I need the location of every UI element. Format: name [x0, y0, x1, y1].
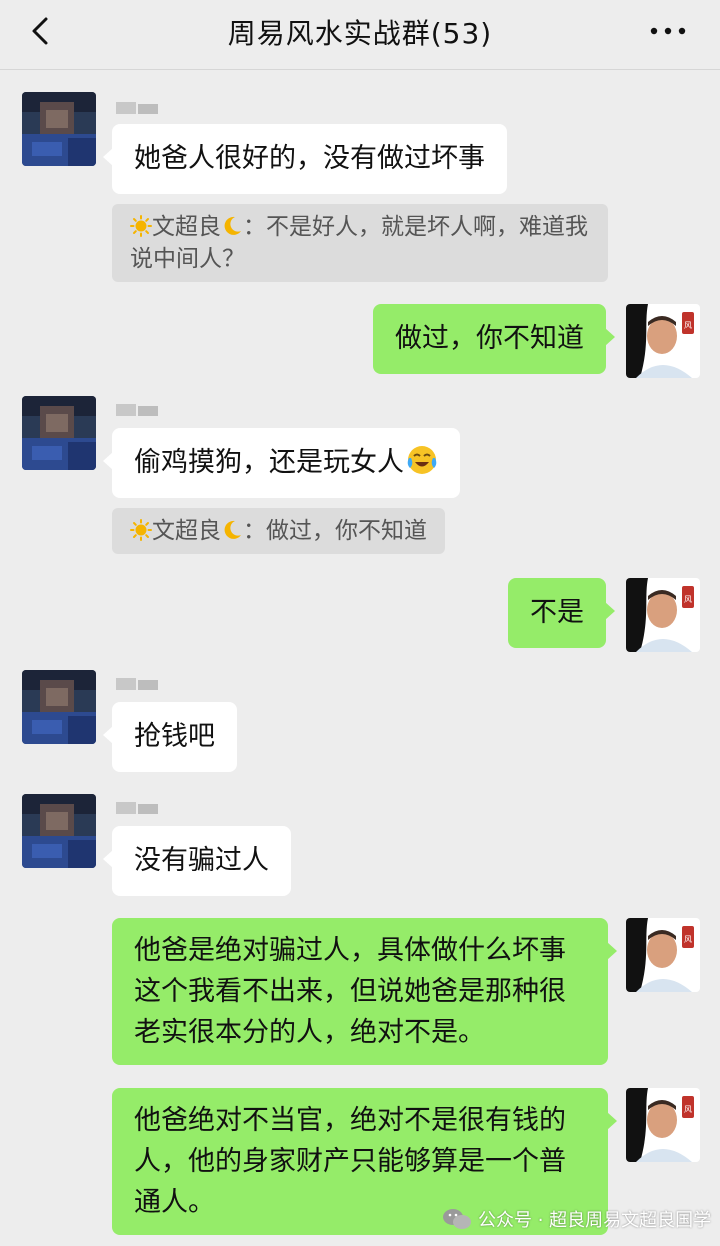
sender-name-blurred [116, 404, 158, 416]
avatar-self[interactable] [626, 918, 700, 992]
watermark-text: 公众号 · 超良周易文超良国学 [478, 1210, 712, 1231]
avatar-self[interactable] [626, 304, 700, 378]
avatar-member-1[interactable] [22, 92, 96, 166]
message-bubble-incoming[interactable]: 她爸人很好的，没有做过坏事 [103, 124, 507, 194]
message-bubble-incoming[interactable]: 偷鸡摸狗，还是玩女人 [103, 428, 460, 498]
quoted-reply[interactable]: 文超良 ：做过，你不知道 [112, 508, 445, 554]
quote-sender: 文超良 [152, 518, 221, 544]
message-bubble-outgoing[interactable]: 他爸是绝对骗过人，具体做什么坏事这个我看不出来，但说她爸是那种很老实很本分的人，… [112, 918, 617, 1065]
quote-text: ：做过，你不知道 [243, 518, 427, 544]
chat-header: 周易风水实战群(53) [0, 0, 720, 70]
sun-emoji-icon [130, 215, 152, 237]
message-bubble-incoming[interactable]: 抢钱吧 [103, 702, 237, 772]
moon-emoji-icon [224, 216, 241, 235]
avatar-member-1[interactable] [22, 396, 96, 470]
sender-name-blurred [116, 802, 158, 814]
avatar-self[interactable] [626, 1088, 700, 1162]
message-bubble-outgoing[interactable]: 做过，你不知道 [373, 304, 615, 374]
more-dots-icon[interactable] [648, 16, 688, 46]
sender-name-blurred [116, 678, 158, 690]
sun-emoji-icon [130, 519, 152, 541]
quoted-reply[interactable]: 文超良 ：不是好人，就是坏人啊，难道我说中间人？ [112, 204, 608, 282]
avatar-member-1[interactable] [22, 794, 96, 868]
message-bubble-outgoing[interactable]: 不是 [508, 578, 615, 648]
sender-name-blurred [116, 102, 158, 114]
watermark: 公众号 · 超良周易文超良国学 [442, 1204, 711, 1234]
quote-sender: 文超良 [152, 214, 221, 240]
moon-emoji-icon [224, 520, 241, 539]
message-bubble-incoming[interactable]: 没有骗过人 [103, 826, 291, 896]
chat-title: 周易风水实战群(53) [227, 17, 493, 50]
crying-laughing-emoji-icon [407, 446, 437, 474]
avatar-member-1[interactable] [22, 670, 96, 744]
avatar-self[interactable] [626, 578, 700, 652]
message-text: 偷鸡摸狗，还是玩女人 [134, 447, 404, 478]
wechat-logo-icon [443, 1209, 471, 1229]
